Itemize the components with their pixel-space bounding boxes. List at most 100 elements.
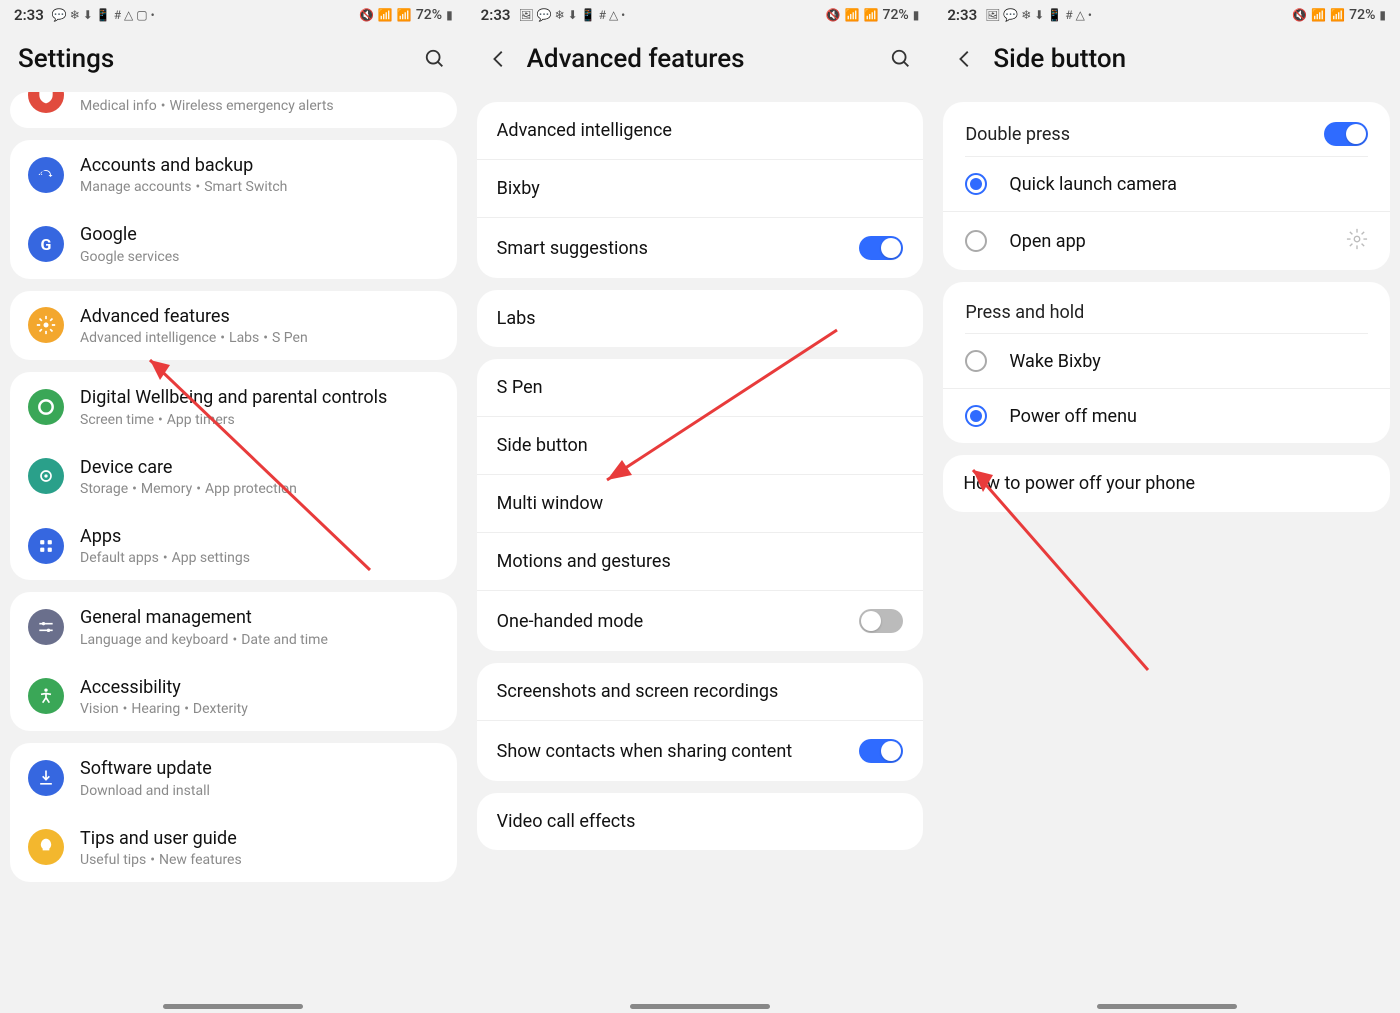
quick-launch-row[interactable]: Quick launch camera [943, 157, 1390, 212]
page-title: Advanced features [527, 44, 874, 74]
bixby-row[interactable]: Bixby [477, 160, 924, 218]
mute-icon: 🔇 [826, 9, 841, 21]
s-pen-row[interactable]: S Pen [477, 359, 924, 417]
how-to-card[interactable]: How to power off your phone [943, 455, 1390, 512]
press-hold-card: Press and hold Wake Bixby Power off menu [943, 282, 1390, 443]
back-button[interactable] [485, 45, 513, 73]
video-call-row[interactable]: Video call effects [477, 793, 924, 850]
status-time: 2:33 [481, 6, 511, 24]
show-contacts-toggle[interactable] [859, 739, 903, 763]
how-to-label: How to power off your phone [963, 473, 1370, 494]
show-contacts-row[interactable]: Show contacts when sharing content [477, 721, 924, 781]
notif-icon: 🖼 💬 ❄ ⬇ 📱 # △ • [985, 9, 1092, 21]
af-group-5: Video call effects [477, 793, 924, 850]
notif-icon: 🖼 💬 ❄ ⬇ 📱 # △ • [518, 9, 625, 21]
apps-icon [28, 528, 64, 564]
status-time: 2:33 [14, 6, 44, 24]
battery-icon: ▮ [1379, 9, 1386, 21]
signal-icon: 📶 [1330, 9, 1345, 21]
status-time: 2:33 [947, 6, 977, 24]
search-button[interactable] [887, 45, 915, 73]
search-icon [890, 48, 912, 70]
advanced-intelligence-row[interactable]: Advanced intelligence [477, 102, 924, 160]
battery-icon: ▮ [446, 9, 453, 21]
wellbeing-card: Digital Wellbeing and parental controls … [10, 372, 457, 580]
af-group-3: S Pen Side button Multi window Motions a… [477, 359, 924, 651]
smart-suggestions-row[interactable]: Smart suggestions [477, 218, 924, 278]
bulb-icon [28, 829, 64, 865]
wifi-icon: 📶 [845, 9, 860, 21]
google-icon: G [28, 226, 64, 262]
battery-pct: 72% [883, 7, 909, 23]
nav-handle[interactable] [163, 1004, 303, 1009]
nav-handle[interactable] [630, 1004, 770, 1009]
advanced-features-row[interactable]: Advanced features Advanced intelligence•… [10, 291, 457, 360]
mute-icon: 🔇 [1292, 9, 1307, 21]
one-handed-row[interactable]: One-handed mode [477, 591, 924, 651]
labs-row[interactable]: Labs [477, 290, 924, 347]
signal-icon: 📶 [397, 9, 412, 21]
back-icon [488, 48, 510, 70]
google-row[interactable]: G Google Google services [10, 209, 457, 278]
wellbeing-icon [28, 389, 64, 425]
motions-row[interactable]: Motions and gestures [477, 533, 924, 591]
gear-icon [1346, 228, 1368, 250]
wake-bixby-radio[interactable] [965, 350, 987, 372]
side-button-row[interactable]: Side button [477, 417, 924, 475]
devicecare-icon [28, 458, 64, 494]
safety-icon [28, 92, 64, 113]
settings-screen: 2:33 💬 ❄ ⬇ 📱 # △ ▢ • 🔇 📶 📶 72% ▮ Setting… [0, 0, 467, 1013]
notif-icon: 💬 ❄ ⬇ 📱 # △ ▢ • [52, 9, 155, 21]
double-press-toggle[interactable] [1324, 122, 1368, 146]
power-off-row[interactable]: Power off menu [943, 389, 1390, 443]
accounts-card: Accounts and backup Manage accounts•Smar… [10, 140, 457, 279]
battery-pct: 72% [1349, 7, 1375, 23]
general-card: General management Language and keyboard… [10, 592, 457, 731]
af-group-2: Labs [477, 290, 924, 347]
open-app-row[interactable]: Open app [943, 212, 1390, 270]
software-row[interactable]: Software update Download and install [10, 743, 457, 812]
gear-icon [28, 307, 64, 343]
signal-icon: 📶 [864, 9, 879, 21]
double-press-card: Double press Quick launch camera Open ap… [943, 102, 1390, 270]
af-group-1: Advanced intelligence Bixby Smart sugges… [477, 102, 924, 278]
sliders-icon [28, 609, 64, 645]
apps-row[interactable]: Apps Default apps•App settings [10, 511, 457, 580]
smart-suggestions-toggle[interactable] [859, 236, 903, 260]
af-group-4: Screenshots and screen recordings Show c… [477, 663, 924, 781]
quick-launch-radio[interactable] [965, 173, 987, 195]
status-bar: 2:33 💬 ❄ ⬇ 📱 # △ ▢ • 🔇 📶 📶 72% ▮ [0, 0, 467, 30]
nav-handle[interactable] [1097, 1004, 1237, 1009]
side-button-screen: 2:33 🖼 💬 ❄ ⬇ 📱 # △ • 🔇 📶 📶 72% ▮ Side bu… [933, 0, 1400, 1013]
search-button[interactable] [421, 45, 449, 73]
battery-icon: ▮ [913, 9, 920, 21]
screenshots-row[interactable]: Screenshots and screen recordings [477, 663, 924, 721]
back-button[interactable] [951, 45, 979, 73]
software-card: Software update Download and install Tip… [10, 743, 457, 882]
accessibility-row[interactable]: Accessibility Vision•Hearing•Dexterity [10, 662, 457, 731]
sb-header: Side button [933, 30, 1400, 96]
general-row[interactable]: General management Language and keyboard… [10, 592, 457, 661]
accounts-row[interactable]: Accounts and backup Manage accounts•Smar… [10, 140, 457, 209]
status-bar: 2:33 🖼 💬 ❄ ⬇ 📱 # △ • 🔇 📶 📶 72% ▮ [933, 0, 1400, 30]
search-icon [424, 48, 446, 70]
accessibility-icon [28, 678, 64, 714]
devicecare-row[interactable]: Device care Storage•Memory•App protectio… [10, 442, 457, 511]
wellbeing-row[interactable]: Digital Wellbeing and parental controls … [10, 372, 457, 441]
wake-bixby-row[interactable]: Wake Bixby [943, 334, 1390, 389]
sync-icon [28, 157, 64, 193]
page-title: Side button [993, 44, 1382, 74]
open-app-radio[interactable] [965, 230, 987, 252]
download-icon [28, 760, 64, 796]
mute-icon: 🔇 [359, 9, 374, 21]
wifi-icon: 📶 [1311, 9, 1326, 21]
safety-card[interactable]: Medical info•Wireless emergency alerts [10, 92, 457, 128]
back-icon [954, 48, 976, 70]
settings-header: Settings [0, 30, 467, 96]
power-off-radio[interactable] [965, 405, 987, 427]
af-header: Advanced features [467, 30, 934, 96]
one-handed-toggle[interactable] [859, 609, 903, 633]
multi-window-row[interactable]: Multi window [477, 475, 924, 533]
open-app-settings[interactable] [1346, 228, 1368, 254]
tips-row[interactable]: Tips and user guide Useful tips•New feat… [10, 813, 457, 882]
